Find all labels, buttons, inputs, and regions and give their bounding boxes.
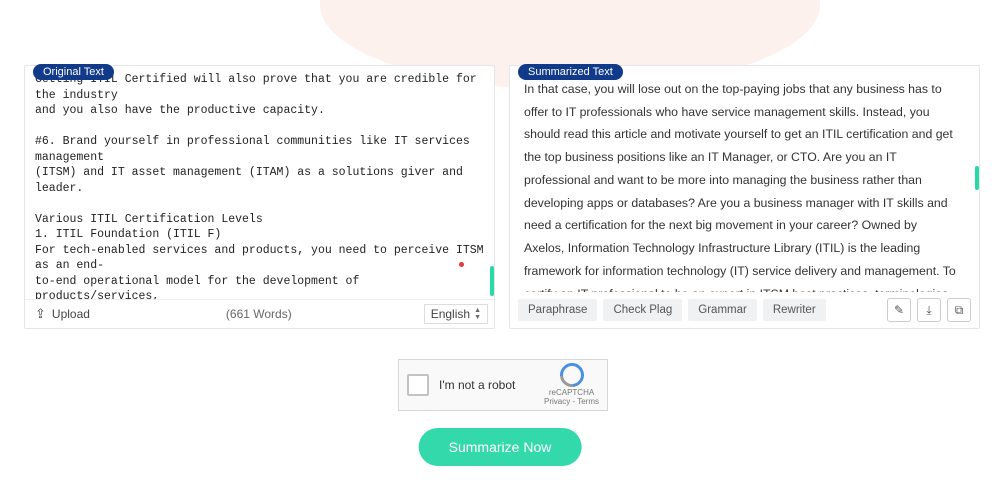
summarized-badge: Summarized Text (518, 64, 623, 80)
original-text-panel: Original Text Getting ITIL Certified wil… (24, 65, 495, 329)
edit-button[interactable]: ✎ (887, 298, 911, 322)
recaptcha-label: I'm not a robot (439, 378, 515, 392)
editor-panels: Original Text Getting ITIL Certified wil… (24, 65, 980, 329)
upload-icon: ⇪ (35, 306, 46, 322)
summarized-text-content: In that case, you will lose out on the t… (510, 66, 979, 292)
original-text-content[interactable]: Getting ITIL Certified will also prove t… (25, 66, 494, 299)
language-label: English (431, 307, 470, 321)
rewriter-button[interactable]: Rewriter (763, 299, 826, 321)
summarize-now-button[interactable]: Summarize Now (419, 428, 582, 466)
word-count: (661 Words) (102, 307, 416, 321)
recaptcha-widget[interactable]: I'm not a robot reCAPTCHA Privacy - Term… (398, 359, 608, 411)
recaptcha-icon (555, 358, 589, 392)
summarized-toolbar: Paraphrase Check Plag Grammar Rewriter ✎… (510, 292, 979, 328)
scrollbar-thumb[interactable] (975, 166, 979, 190)
grammar-error-dot (459, 262, 464, 267)
language-select[interactable]: English ▲ ▼ (424, 304, 488, 324)
scrollbar-thumb[interactable] (490, 266, 494, 296)
copy-icon: ⧉ (955, 303, 964, 318)
upload-label: Upload (52, 307, 90, 321)
recaptcha-logo: reCAPTCHA Privacy - Terms (544, 363, 599, 407)
paraphrase-button[interactable]: Paraphrase (518, 299, 597, 321)
recaptcha-checkbox[interactable] (407, 374, 429, 396)
check-plag-button[interactable]: Check Plag (603, 299, 682, 321)
copy-button[interactable]: ⧉ (947, 298, 971, 322)
chevron-up-icon: ▲ (474, 307, 481, 314)
grammar-button[interactable]: Grammar (688, 299, 757, 321)
summarized-text-area[interactable]: In that case, you will lose out on the t… (510, 66, 979, 292)
upload-button[interactable]: ⇪ Upload (31, 304, 94, 324)
pencil-icon: ✎ (894, 303, 904, 317)
language-spinner[interactable]: ▲ ▼ (474, 307, 481, 321)
original-text-area[interactable]: Getting ITIL Certified will also prove t… (25, 66, 494, 299)
download-button[interactable]: ⤓ (917, 298, 941, 322)
download-icon: ⤓ (926, 303, 931, 318)
original-badge: Original Text (33, 64, 114, 80)
recaptcha-legal: Privacy - Terms (544, 398, 599, 407)
original-toolbar: ⇪ Upload (661 Words) English ▲ ▼ (25, 299, 494, 328)
chevron-down-icon: ▼ (474, 314, 481, 321)
summarized-text-panel: Summarized Text In that case, you will l… (509, 65, 980, 329)
